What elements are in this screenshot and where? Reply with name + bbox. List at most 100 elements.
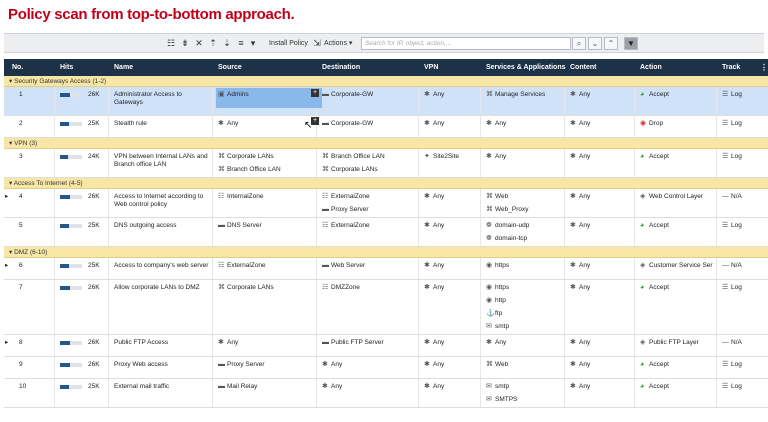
destination-cell-item[interactable]: ☷ ExternalZone xyxy=(322,193,370,206)
track-cell[interactable]: — N/A xyxy=(722,262,742,270)
content-cell[interactable]: ✱ Any xyxy=(570,153,590,161)
source-cell-item[interactable]: ▬ Proxy Server xyxy=(218,361,265,374)
vpn-cell-item[interactable]: ✱ Any xyxy=(424,339,444,352)
expand-arrow-icon[interactable]: ▸ xyxy=(5,193,8,201)
vpn-cell-item[interactable]: ✱ Any xyxy=(424,361,444,374)
content-cell[interactable]: ✱ Any xyxy=(570,91,590,99)
source-cell-item[interactable]: ⌘ Corporate LANs xyxy=(218,153,281,166)
list-view-icon[interactable]: ☷ xyxy=(166,37,176,50)
source-cell-item[interactable]: ☷ InternalZone xyxy=(218,193,264,206)
col-vpn[interactable]: VPN xyxy=(424,64,438,71)
vpn-cell-item[interactable]: ✦ Site2Site xyxy=(424,153,459,166)
action-cell[interactable]: ◕ Accept xyxy=(640,284,669,292)
table-row[interactable]: 10 25K External mail traffic ▬ Mail Relay ✱ An… xyxy=(4,379,768,408)
destination-cell-item[interactable]: ☷ DMZZone xyxy=(322,284,360,297)
table-row[interactable]: ▸ 4 26K Access to Internet according to Web … xyxy=(4,189,768,218)
destination-cell-item[interactable]: ▬ Web Server xyxy=(322,262,365,275)
col-track[interactable]: Track xyxy=(722,64,740,71)
source-cell-item[interactable]: ▬ DNS Server xyxy=(218,222,262,235)
section-icon[interactable]: ≡ xyxy=(236,37,246,50)
collapse-icon[interactable]: ⇟ xyxy=(180,37,190,50)
services-cell-item[interactable]: ✉ smtp xyxy=(486,383,517,396)
action-cell[interactable]: ◈ Web Control Layer xyxy=(640,193,703,201)
destination-cell-item[interactable]: ✱ Any xyxy=(322,383,342,396)
track-cell[interactable]: — N/A xyxy=(722,339,742,347)
destination-cell-item[interactable]: ▬ Corporate-GW xyxy=(322,91,373,104)
destination-cell-item[interactable]: ▬ Corporate-GW xyxy=(322,120,373,133)
content-cell[interactable]: ✱ Any xyxy=(570,222,590,230)
services-cell-item[interactable]: ✱ Any xyxy=(486,153,506,166)
action-cell[interactable]: ◈ Public FTP Layer xyxy=(640,339,699,347)
move-up-icon[interactable]: ⇡ xyxy=(208,37,218,50)
col-no[interactable]: No. xyxy=(12,64,23,71)
rule-name[interactable]: Access to company's web server xyxy=(114,262,208,270)
services-cell-item[interactable]: ◉ http xyxy=(486,297,509,310)
action-cell[interactable]: ◕ Accept xyxy=(640,361,669,369)
table-row[interactable]: 7 26K Allow corporate LANs to DMZ ⌘ Corporat… xyxy=(4,280,768,335)
search-icon[interactable]: ⌕ xyxy=(572,37,586,50)
services-cell-item[interactable]: ⌘ Manage Services xyxy=(486,91,545,104)
track-cell[interactable]: ☰ Log xyxy=(722,383,742,391)
expand-arrow-icon[interactable]: ▸ xyxy=(5,262,8,270)
services-cell-item[interactable]: ✱ Any xyxy=(486,339,506,352)
col-content[interactable]: Content xyxy=(570,64,596,71)
col-services[interactable]: Services & Applications xyxy=(486,64,566,71)
track-cell[interactable]: ☰ Log xyxy=(722,361,742,369)
rule-name[interactable]: DNS outgoing access xyxy=(114,222,177,230)
add-object-icon[interactable]: + xyxy=(311,89,319,97)
services-cell-item[interactable]: ❁ domain-udp xyxy=(486,222,529,235)
action-cell[interactable]: ◕ Accept xyxy=(640,222,669,230)
destination-cell-item[interactable]: ☷ ExternalZone xyxy=(322,222,370,235)
track-cell[interactable]: ☰ Log xyxy=(722,222,742,230)
table-row[interactable]: ▸ 8 26K Public FTP Access ✱ Any ▬ Public FTP Se… xyxy=(4,335,768,357)
table-row[interactable]: ▸ 6 25K Access to company's web server ☷ Exte… xyxy=(4,258,768,280)
delete-icon[interactable]: ✕ xyxy=(194,37,204,50)
chevron-up-icon[interactable]: ⌃ xyxy=(604,37,618,50)
content-cell[interactable]: ✱ Any xyxy=(570,339,590,347)
destination-cell-item[interactable]: ▬ Public FTP Server xyxy=(322,339,384,352)
vpn-cell-item[interactable]: ✱ Any xyxy=(424,262,444,275)
install-policy-button[interactable]: Install Policy xyxy=(269,37,308,50)
source-cell-item[interactable]: ✱ Any xyxy=(218,339,238,352)
source-cell-item[interactable]: ▣ Admins xyxy=(218,91,249,104)
vpn-cell-item[interactable]: ✱ Any xyxy=(424,284,444,297)
table-row[interactable]: 2 25K Stealth rule ✱ Any ▬ Corporate-GW ✱ Any ✱ An… xyxy=(4,116,768,138)
source-cell-item[interactable]: ▬ Mail Relay xyxy=(218,383,257,396)
source-cell-item[interactable]: ✱ Any xyxy=(218,120,238,133)
track-cell[interactable]: ☰ Log xyxy=(722,120,742,128)
track-cell[interactable]: ☰ Log xyxy=(722,153,742,161)
track-cell[interactable]: ☰ Log xyxy=(722,284,742,292)
action-cell[interactable]: ◕ Accept xyxy=(640,383,669,391)
content-cell[interactable]: ✱ Any xyxy=(570,262,590,270)
vpn-cell-item[interactable]: ✱ Any xyxy=(424,91,444,104)
content-cell[interactable]: ✱ Any xyxy=(570,383,590,391)
content-cell[interactable]: ✱ Any xyxy=(570,284,590,292)
content-cell[interactable]: ✱ Any xyxy=(570,120,590,128)
action-cell[interactable]: ◕ Accept xyxy=(640,91,669,99)
expand-arrow-icon[interactable]: ▸ xyxy=(5,339,8,347)
col-destination[interactable]: Destination xyxy=(322,64,360,71)
table-row[interactable]: 1 26K Administrator Access to Gateways ▣ Admi… xyxy=(4,87,768,116)
services-cell-item[interactable]: ⌘ Web xyxy=(486,361,508,374)
filter-icon[interactable]: ▼ xyxy=(624,37,638,50)
col-hits[interactable]: Hits xyxy=(60,64,73,71)
col-action[interactable]: Action xyxy=(640,64,662,71)
destination-cell-item[interactable]: ✱ Any xyxy=(322,361,342,374)
content-cell[interactable]: ✱ Any xyxy=(570,193,590,201)
content-cell[interactable]: ✱ Any xyxy=(570,361,590,369)
services-cell-item[interactable]: ✱ Any xyxy=(486,120,506,133)
action-cell[interactable]: ◕ Accept xyxy=(640,153,669,161)
actions-menu-button[interactable]: Actions ▾ xyxy=(324,37,352,50)
services-cell-item[interactable]: ✉ SMTPS xyxy=(486,396,517,409)
rule-name[interactable]: Proxy Web access xyxy=(114,361,168,369)
rule-name[interactable]: External mail traffic xyxy=(114,383,169,391)
section-header[interactable]: ▾ Access To Internet (4-5) xyxy=(4,178,768,189)
vpn-cell-item[interactable]: ✱ Any xyxy=(424,193,444,206)
chevron-down-icon[interactable]: ⌄ xyxy=(588,37,602,50)
col-name[interactable]: Name xyxy=(114,64,133,71)
more-menu-icon[interactable]: ▾ xyxy=(248,37,258,50)
table-row[interactable]: 9 26K Proxy Web access ▬ Proxy Server ✱ Any ✱ An… xyxy=(4,357,768,379)
action-cell[interactable]: ◈ Customer Service Ser xyxy=(640,262,713,270)
action-cell[interactable]: ◉ Drop xyxy=(640,120,663,128)
rule-name[interactable]: VPN between Internal LANs and Branch offi… xyxy=(114,153,208,169)
